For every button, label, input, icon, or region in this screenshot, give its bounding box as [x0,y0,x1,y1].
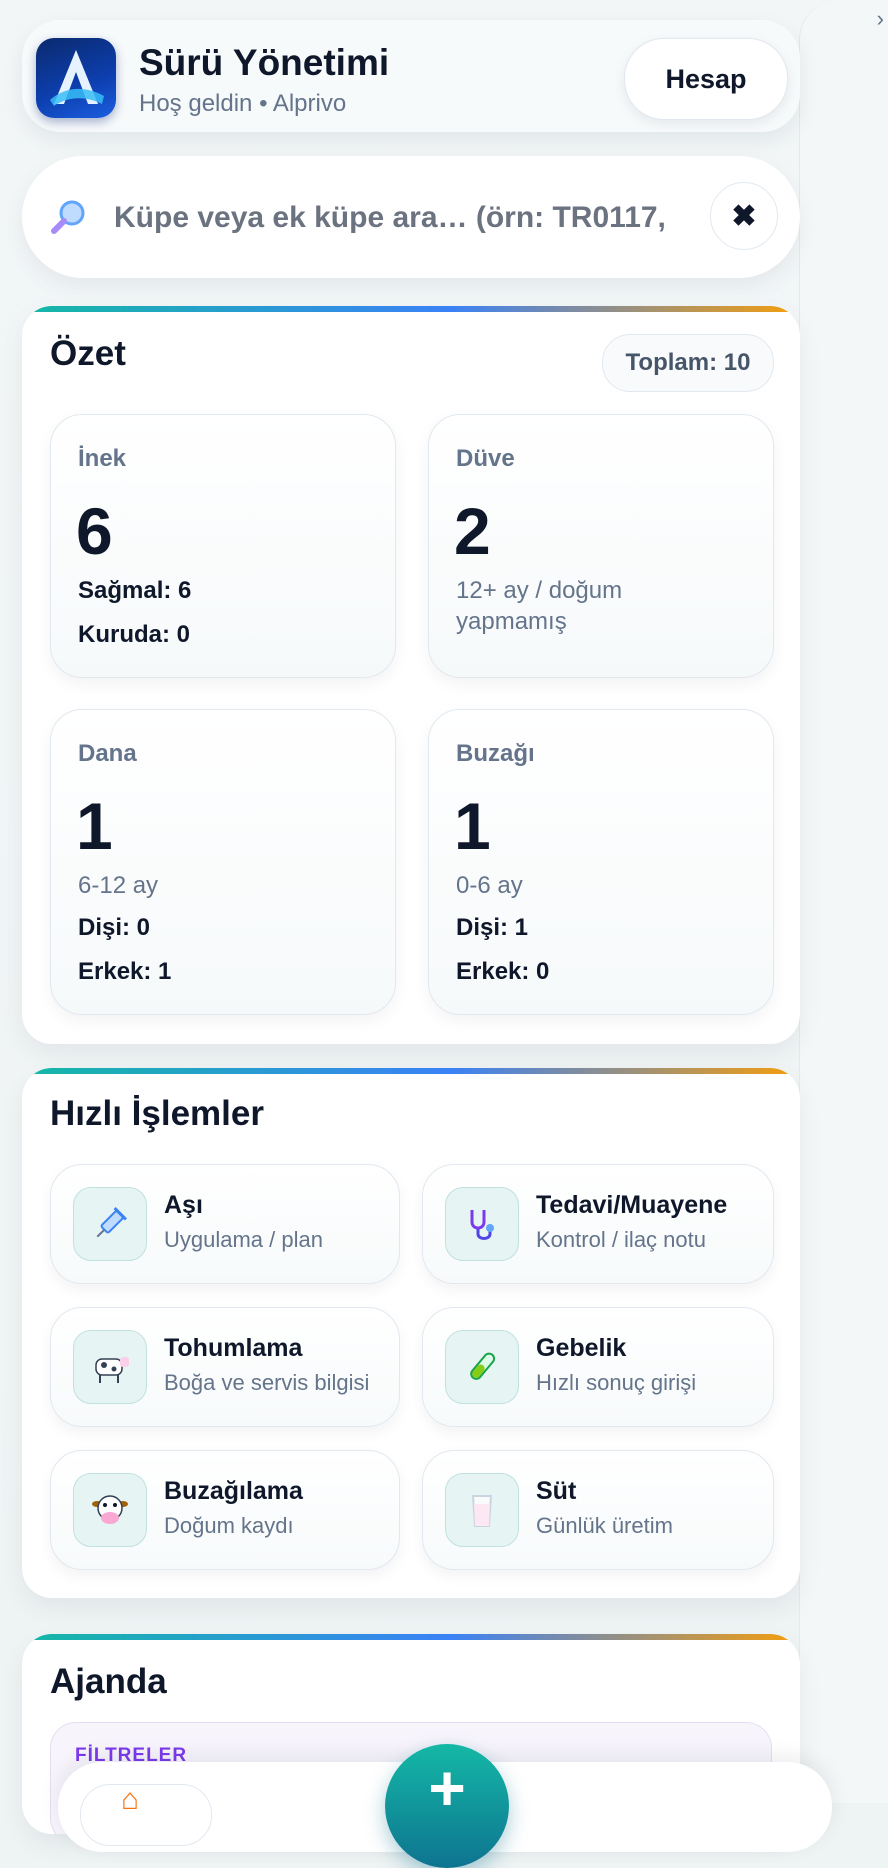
stat-card-inek[interactable]: İnek 6 Sağmal: 6 Kuruda: 0 [50,414,396,678]
card-accent-bar [22,1634,800,1640]
stat-detail: Erkek: 1 [78,958,172,985]
action-subtitle: Hızlı sonuç girişi [536,1370,697,1395]
stat-label: Düve [456,445,515,472]
action-subtitle: Doğum kaydı [164,1513,294,1538]
quick-actions-title: Hızlı İşlemler [50,1094,264,1133]
action-subtitle: Günlük üretim [536,1513,673,1538]
stat-detail: Erkek: 0 [456,958,550,985]
action-gebelik[interactable]: Gebelik Hızlı sonuç girişi [422,1307,774,1427]
stat-detail: Dişi: 1 [456,914,529,941]
action-title: Buzağılama [164,1477,303,1505]
card-accent-bar [22,306,800,312]
action-title: Tedavi/Muayene [536,1191,728,1219]
action-subtitle: Boğa ve servis bilgisi [164,1370,370,1395]
stat-detail: Sağmal: 6 [78,577,192,604]
account-button[interactable]: Hesap [624,38,788,120]
home-icon: ⌂ [121,1783,140,1816]
action-sut[interactable]: Süt Günlük üretim [422,1450,774,1570]
stat-note: 12+ ay / doğum yapmamış [456,577,623,635]
stat-value: 1 [76,789,113,863]
app-header: Sürü Yönetimi Hoş geldin • Alprivo Hesap [22,20,800,132]
stat-value: 2 [454,494,491,568]
action-subtitle: Uygulama / plan [164,1227,323,1252]
clear-search-button[interactable]: ✖ [710,182,778,250]
test-tube-icon [445,1330,519,1404]
stat-detail: Dişi: 0 [78,914,151,941]
action-title: Süt [536,1477,577,1505]
app-logo-icon[interactable] [36,38,116,118]
summary-title: Özet [50,334,126,373]
cow-icon [73,1330,147,1404]
search-bar: ✖ [22,156,800,278]
quick-actions-card: Hızlı İşlemler Aşı Uygulama / plan Tedav… [22,1068,800,1598]
action-title: Aşı [164,1191,203,1219]
stat-note: 6-12 ay [78,872,159,899]
search-input[interactable] [112,190,716,246]
stat-value: 1 [454,789,491,863]
card-accent-bar [22,1068,800,1074]
add-fab-button[interactable]: + [385,1744,509,1868]
nav-home-button[interactable]: ⌂ [80,1784,212,1846]
side-panel-edge: › [799,0,888,1803]
stat-card-buzagi[interactable]: Buzağı 1 0-6 ay Dişi: 1 Erkek: 0 [428,709,774,1015]
agenda-title: Ajanda [50,1662,167,1701]
action-tohumlama[interactable]: Tohumlama Boğa ve servis bilgisi [50,1307,400,1427]
corner-chevron-icon: › [876,6,884,31]
stat-label: İnek [78,445,127,472]
action-buzagilama[interactable]: Buzağılama Doğum kaydı [50,1450,400,1570]
cow-face-icon [73,1473,147,1547]
stat-value: 6 [76,494,113,568]
milk-glass-icon [445,1473,519,1547]
summary-card: Özet Toplam: 10 İnek 6 Sağmal: 6 Kuruda:… [22,306,800,1044]
stat-card-duve[interactable]: Düve 2 12+ ay / doğum yapmamış [428,414,774,678]
action-subtitle: Kontrol / ilaç notu [536,1227,706,1252]
stat-detail: Kuruda: 0 [78,621,191,648]
stat-label: Dana [78,740,137,767]
action-asi[interactable]: Aşı Uygulama / plan [50,1164,400,1284]
welcome-subtitle: Hoş geldin • Alprivo [139,90,347,117]
magnifier-icon [48,196,90,238]
stat-note: 0-6 ay [456,872,523,899]
total-badge: Toplam: 10 [602,334,774,392]
stat-label: Buzağı [456,740,535,767]
stethoscope-icon [445,1187,519,1261]
syringe-icon [73,1187,147,1261]
app-title: Sürü Yönetimi [139,42,390,83]
action-title: Tohumlama [164,1334,303,1362]
action-title: Gebelik [536,1334,627,1362]
action-tedavi-muayene[interactable]: Tedavi/Muayene Kontrol / ilaç notu [422,1164,774,1284]
stat-card-dana[interactable]: Dana 1 6-12 ay Dişi: 0 Erkek: 1 [50,709,396,1015]
